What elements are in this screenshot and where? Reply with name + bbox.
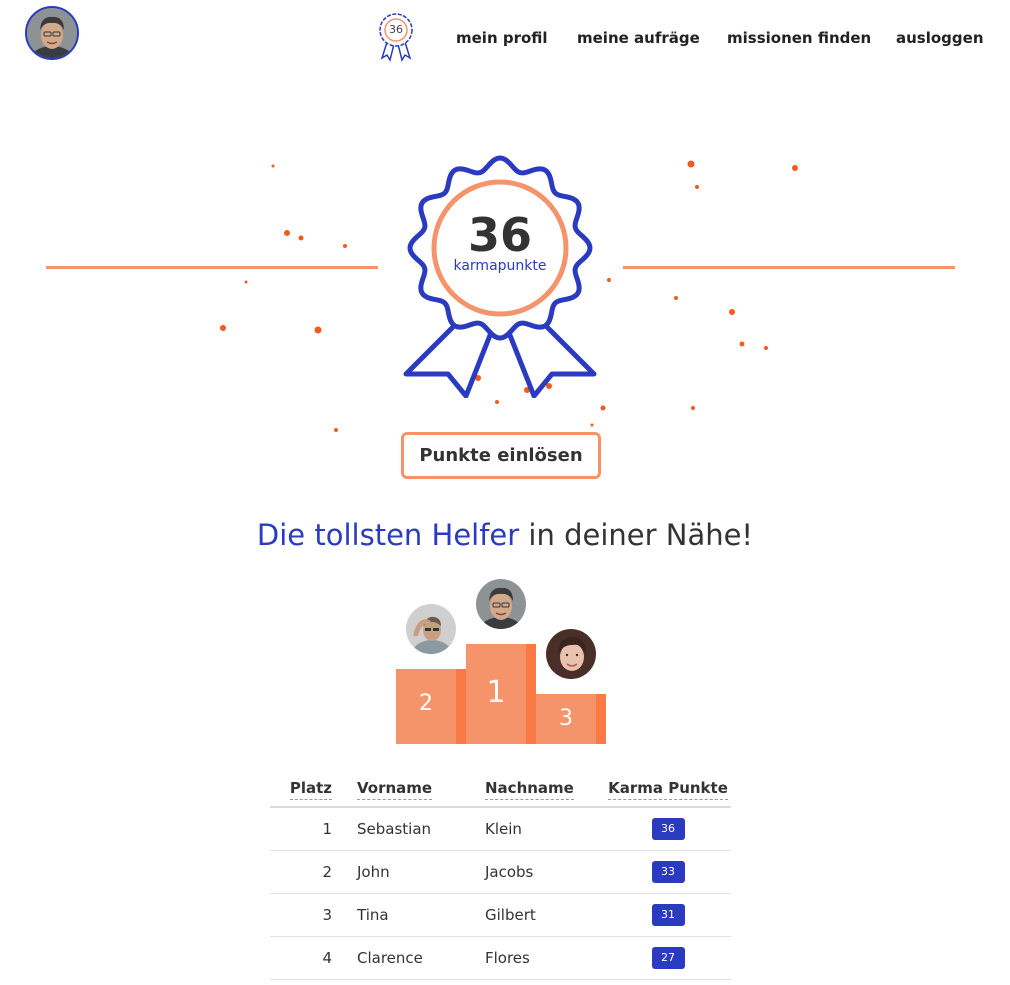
podium-avatar-third xyxy=(546,629,596,679)
col-platz[interactable]: Platz xyxy=(270,770,345,808)
cell-nachname: Flores xyxy=(485,936,605,980)
nav-mein-profil[interactable]: mein profil xyxy=(456,29,548,47)
karma-badge: 36 xyxy=(651,818,685,840)
karma-badge: 27 xyxy=(651,947,685,969)
cell-platz: 1 xyxy=(270,807,345,851)
divider-right xyxy=(623,266,955,269)
podium: 2 1 3 xyxy=(0,575,1010,750)
heading-accent: Die tollsten Helfer xyxy=(256,518,520,552)
leaderboard-heading: Die tollsten Helfer in deiner Nähe! xyxy=(0,518,1010,552)
leaderboard-table: Platz Vorname Nachname Karma Punkte 1 Se… xyxy=(270,770,731,980)
podium-second: 2 xyxy=(396,669,466,744)
podium-second-label: 2 xyxy=(419,691,433,716)
col-vorname[interactable]: Vorname xyxy=(345,770,485,808)
cell-platz: 2 xyxy=(270,850,345,894)
karma-points-value: 36 xyxy=(467,208,532,262)
karma-points-label: karmapunkte xyxy=(453,258,547,274)
karma-badge: 31 xyxy=(651,904,685,926)
user-avatar[interactable] xyxy=(25,6,79,60)
podium-avatar-first xyxy=(476,579,526,629)
karma-badge: 33 xyxy=(651,861,685,883)
nav-ausloggen[interactable]: ausloggen xyxy=(896,29,984,47)
karma-badge-count: 36 xyxy=(389,23,403,36)
table-row: 3 Tina Gilbert 31 xyxy=(270,893,731,937)
podium-third: 3 xyxy=(536,694,606,744)
divider-left xyxy=(46,266,378,269)
col-karma-punkte[interactable]: Karma Punkte xyxy=(605,770,731,808)
podium-avatar-second xyxy=(406,604,456,654)
podium-first: 1 xyxy=(466,644,536,744)
cell-vorname: John xyxy=(345,850,485,894)
karma-badge-icon[interactable]: 36 xyxy=(376,12,416,62)
table-row: 1 Sebastian Klein 36 xyxy=(270,807,731,851)
cell-vorname: Clarence xyxy=(345,936,485,980)
nav-meine-auftraege[interactable]: meine aufräge xyxy=(577,29,700,47)
table-row: 4 Clarence Flores 27 xyxy=(270,936,731,980)
cell-vorname: Sebastian xyxy=(345,807,485,851)
col-nachname[interactable]: Nachname xyxy=(485,770,605,808)
heading-rest: in deiner Nähe! xyxy=(519,518,754,552)
redeem-points-button[interactable]: Punkte einlösen xyxy=(401,432,601,479)
cell-platz: 3 xyxy=(270,893,345,937)
cell-nachname: Jacobs xyxy=(485,850,605,894)
nav-missionen-finden[interactable]: missionen finden xyxy=(727,29,871,47)
cell-vorname: Tina xyxy=(345,893,485,937)
table-header-row: Platz Vorname Nachname Karma Punkte xyxy=(270,770,731,808)
cell-nachname: Klein xyxy=(485,807,605,851)
cell-nachname: Gilbert xyxy=(485,893,605,937)
table-row: 2 John Jacobs 33 xyxy=(270,850,731,894)
podium-third-label: 3 xyxy=(559,706,573,731)
podium-first-label: 1 xyxy=(486,675,506,710)
cell-platz: 4 xyxy=(270,936,345,980)
